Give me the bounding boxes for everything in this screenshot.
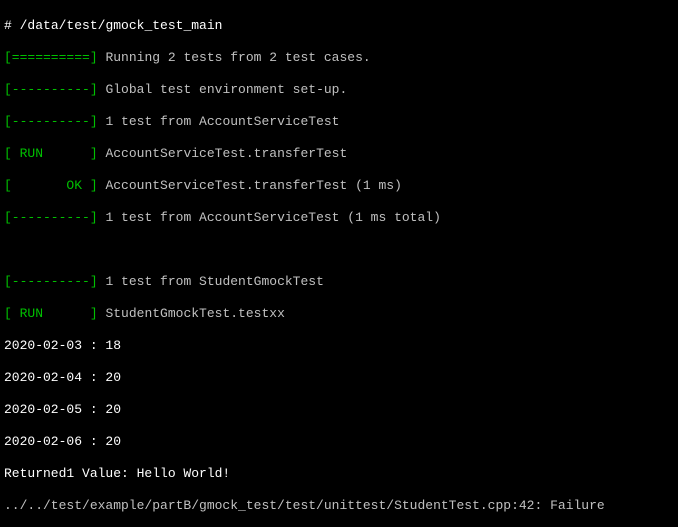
gtest-sep: [----------] xyxy=(4,114,98,129)
output-line: 2020-02-04 : 20 xyxy=(4,370,121,385)
output-line: 2020-02-03 : 18 xyxy=(4,338,121,353)
test-ok: AccountServiceTest.transferTest (1 ms) xyxy=(105,178,401,193)
gtest-ok-label: [ OK ] xyxy=(4,178,98,193)
suite-header: 1 test from AccountServiceTest xyxy=(105,114,339,129)
gtest-sep: [----------] xyxy=(4,82,98,97)
output-line: Returned1 Value: Hello World! xyxy=(4,466,230,481)
failure-location: ../../test/example/partB/gmock_test/test… xyxy=(4,498,605,513)
gtest-run-label: [ RUN ] xyxy=(4,306,98,321)
suite-total: 1 test from AccountServiceTest (1 ms tot… xyxy=(105,210,440,225)
output-line: 2020-02-06 : 20 xyxy=(4,434,121,449)
test-name: AccountServiceTest.transferTest xyxy=(105,146,347,161)
gtest-running: Running 2 tests from 2 test cases. xyxy=(105,50,370,65)
prompt[interactable]: # xyxy=(4,18,12,33)
gtest-env-setup: Global test environment set-up. xyxy=(105,82,347,97)
terminal-output: # /data/test/gmock_test_main [==========… xyxy=(0,0,678,527)
gtest-run-label: [ RUN ] xyxy=(4,146,98,161)
suite-header: 1 test from StudentGmockTest xyxy=(105,274,323,289)
command: /data/test/gmock_test_main xyxy=(20,18,223,33)
gtest-banner: [==========] xyxy=(4,50,98,65)
gtest-sep: [----------] xyxy=(4,274,98,289)
gtest-sep: [----------] xyxy=(4,210,98,225)
test-name: StudentGmockTest.testxx xyxy=(105,306,284,321)
output-line: 2020-02-05 : 20 xyxy=(4,402,121,417)
